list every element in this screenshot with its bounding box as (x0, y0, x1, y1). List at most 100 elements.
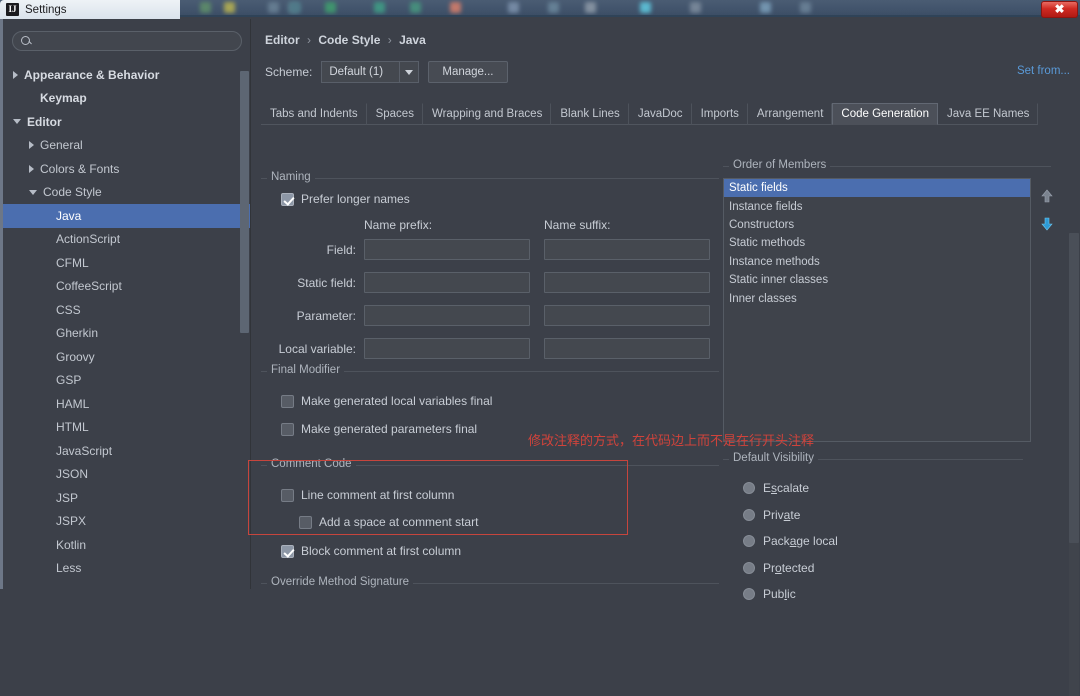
sidebar-item-less[interactable]: Less (3, 557, 251, 581)
naming-suffix-input[interactable] (545, 339, 709, 359)
tab-wrapping-and-braces[interactable]: Wrapping and Braces (423, 103, 552, 125)
naming-suffix-input[interactable] (545, 240, 709, 260)
chevron-down-icon[interactable] (29, 189, 37, 195)
content-scrollbar-thumb[interactable] (1069, 233, 1079, 543)
sidebar-item-cfml[interactable]: CFML (3, 251, 251, 275)
tab-java-ee-names[interactable]: Java EE Names (938, 103, 1039, 125)
sidebar-item-label: JSPX (56, 514, 87, 529)
naming-group-title: Naming (267, 171, 315, 183)
visibility-option-package-local[interactable]: Package local (743, 534, 838, 548)
close-button[interactable]: ✖ (1041, 1, 1078, 18)
sidebar-item-html[interactable]: HTML (3, 416, 251, 440)
sidebar-item-editor[interactable]: Editor (3, 110, 251, 134)
tab-arrangement[interactable]: Arrangement (748, 103, 833, 125)
make-parameters-final-checkbox[interactable] (281, 422, 294, 436)
sidebar-item-jsp[interactable]: JSP (3, 486, 251, 510)
sidebar-item-appearance-behavior[interactable]: Appearance & Behavior (3, 63, 251, 87)
sidebar-item-css[interactable]: CSS (3, 298, 251, 322)
chevron-down-icon[interactable] (399, 62, 418, 82)
radio-button[interactable] (743, 482, 755, 494)
naming-suffix-input[interactable] (545, 273, 709, 293)
make-parameters-final-label: Make generated parameters final (301, 422, 478, 436)
naming-suffix-input-wrapper[interactable] (544, 305, 710, 326)
radio-button[interactable] (743, 588, 755, 600)
naming-prefix-input[interactable] (365, 273, 529, 293)
sidebar-item-code-style[interactable]: Code Style (3, 181, 251, 205)
naming-prefix-input[interactable] (365, 339, 529, 359)
sidebar-item-keymap[interactable]: Keymap (3, 87, 251, 111)
settings-tree[interactable]: Appearance & Behavior Keymap Editor General… (3, 63, 251, 589)
order-of-members-item[interactable]: Inner classes (724, 289, 1030, 307)
set-from-link[interactable]: Set from... (1017, 65, 1070, 77)
arrow-down-icon[interactable] (1039, 216, 1055, 232)
breadcrumb-level2[interactable]: Code Style (318, 33, 380, 47)
tab-code-generation[interactable]: Code Generation (832, 103, 938, 125)
order-of-members-list[interactable]: Static fields Instance fields Constructors… (723, 178, 1031, 442)
make-local-variables-final-checkbox[interactable] (281, 394, 294, 408)
chevron-right-icon[interactable] (29, 164, 34, 173)
sidebar-item-javascript[interactable]: JavaScript (3, 439, 251, 463)
order-of-members-item[interactable]: Static methods (724, 234, 1030, 252)
make-parameters-final-row[interactable]: Make generated parameters final (281, 422, 477, 436)
radio-button[interactable] (743, 561, 755, 574)
sidebar-item-label: JSON (56, 467, 89, 482)
naming-suffix-input-wrapper[interactable] (544, 272, 710, 293)
sidebar-item-actionscript[interactable]: ActionScript (3, 228, 251, 252)
order-of-members-item[interactable]: Constructors (724, 216, 1030, 234)
sidebar-item-json[interactable]: JSON (3, 463, 251, 487)
naming-prefix-input-wrapper[interactable] (364, 338, 530, 359)
visibility-option-public[interactable]: Public (743, 587, 796, 601)
order-of-members-item[interactable]: Static inner classes (724, 271, 1030, 289)
naming-prefix-input-wrapper[interactable] (364, 239, 530, 260)
search-field[interactable] (12, 31, 242, 51)
sidebar-item-general[interactable]: General (3, 134, 251, 158)
sidebar-item-colors-fonts[interactable]: Colors & Fonts (3, 157, 251, 181)
breadcrumb-root[interactable]: Editor (265, 33, 300, 47)
naming-suffix-input-wrapper[interactable] (544, 338, 710, 359)
chevron-right-icon[interactable] (13, 70, 18, 79)
tab-javadoc[interactable]: JavaDoc (629, 103, 692, 125)
visibility-option-protected[interactable]: Protected (743, 561, 814, 575)
naming-prefix-input[interactable] (365, 240, 529, 260)
order-of-members-item[interactable]: Instance fields (724, 197, 1030, 215)
visibility-option-escalate[interactable]: Escalate (743, 481, 809, 495)
chevron-down-icon[interactable] (13, 119, 21, 125)
make-local-variables-final-row[interactable]: Make generated local variables final (281, 394, 492, 408)
sidebar-item-groovy[interactable]: Groovy (3, 345, 251, 369)
naming-prefix-input[interactable] (365, 306, 529, 326)
search-input[interactable] (38, 34, 228, 48)
order-of-members-item[interactable]: Instance methods (724, 253, 1030, 271)
tab-blank-lines[interactable]: Blank Lines (551, 103, 629, 125)
order-of-members-item[interactable]: Static fields (724, 179, 1030, 198)
breadcrumb-level3[interactable]: Java (399, 33, 426, 47)
sidebar-item-java[interactable]: Java (3, 204, 251, 228)
tab-imports[interactable]: Imports (692, 103, 748, 125)
visibility-option-private[interactable]: Private (743, 508, 800, 522)
settings-tabbar[interactable]: Tabs and Indents Spaces Wrapping and Brace… (261, 103, 1039, 125)
radio-button[interactable] (743, 535, 755, 547)
tab-spaces[interactable]: Spaces (367, 103, 423, 125)
naming-prefix-input-wrapper[interactable] (364, 272, 530, 293)
sidebar-item-haml[interactable]: HAML (3, 392, 251, 416)
prefer-longer-names-row[interactable]: Prefer longer names (281, 192, 410, 206)
naming-prefix-input-wrapper[interactable] (364, 305, 530, 326)
tab-tabs-and-indents[interactable]: Tabs and Indents (261, 103, 367, 125)
radio-button[interactable] (743, 508, 755, 521)
sidebar-item-gherkin[interactable]: Gherkin (3, 322, 251, 346)
naming-suffix-input[interactable] (545, 306, 709, 326)
sidebar-item-label: ActionScript (56, 232, 121, 247)
sidebar-item-kotlin[interactable]: Kotlin (3, 533, 251, 557)
sidebar-item-jspx[interactable]: JSPX (3, 510, 251, 534)
sidebar-scrollbar-thumb[interactable] (240, 71, 249, 333)
settings-window: IJ Settings ✖ Appearance & Behavior Keyma… (0, 0, 1080, 696)
block-comment-first-column-row[interactable]: Block comment at first column (281, 544, 461, 558)
naming-suffix-input-wrapper[interactable] (544, 239, 710, 260)
scheme-dropdown[interactable]: Default (1) (321, 61, 420, 83)
arrow-up-icon[interactable] (1039, 188, 1055, 204)
manage-button[interactable]: Manage... (428, 61, 508, 83)
block-comment-first-column-checkbox[interactable] (281, 544, 294, 558)
prefer-longer-names-checkbox[interactable] (281, 192, 294, 206)
sidebar-item-coffeescript[interactable]: CoffeeScript (3, 275, 251, 299)
chevron-right-icon[interactable] (29, 141, 34, 150)
sidebar-item-gsp[interactable]: GSP (3, 369, 251, 393)
